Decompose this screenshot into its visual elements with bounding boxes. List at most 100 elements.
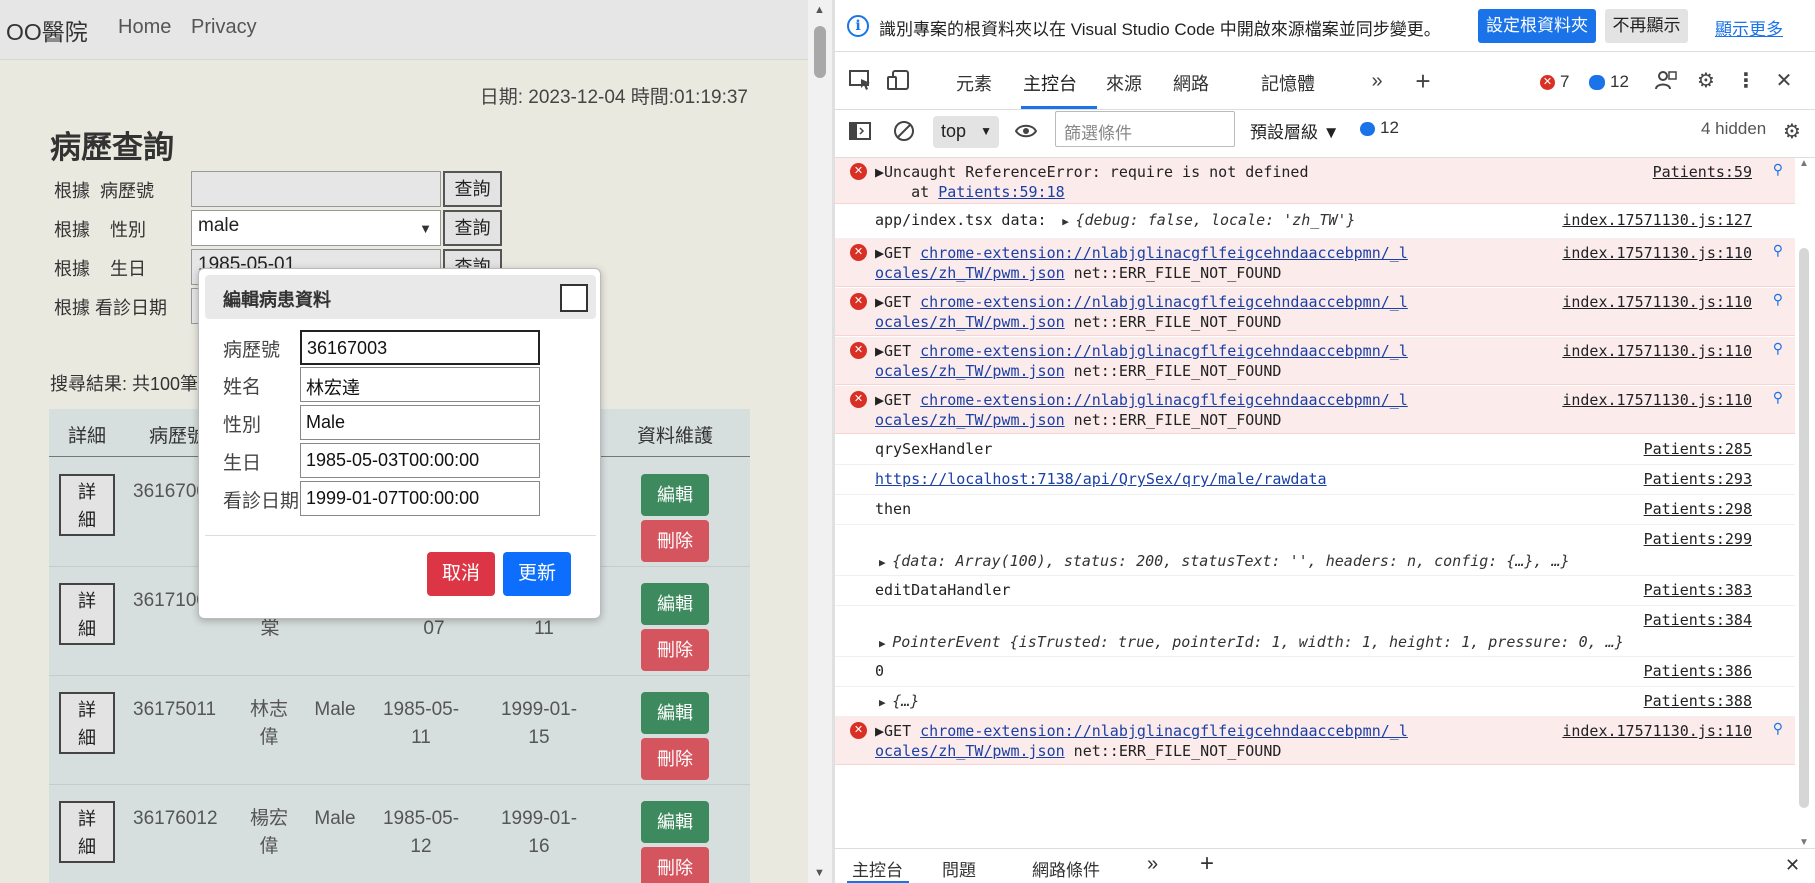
nav-link-privacy[interactable]: Privacy (191, 16, 257, 39)
delete-button[interactable]: 刪除 (641, 847, 709, 883)
inspect-element-icon[interactable] (847, 69, 873, 93)
add-tab-icon[interactable]: + (1200, 850, 1214, 878)
expand-triangle-icon[interactable]: ▶ (879, 637, 892, 650)
query-id-input[interactable] (191, 171, 441, 207)
source-link[interactable]: Patients:383 (1644, 580, 1752, 600)
gear-icon[interactable]: ⚙ (1693, 69, 1719, 93)
more-tabs-icon[interactable]: » (1364, 69, 1390, 93)
sidebar-toggle-icon[interactable] (847, 120, 873, 144)
set-root-folder-button[interactable]: 設定根資料夾 (1478, 9, 1596, 43)
source-link[interactable]: Patients:299 (1644, 529, 1752, 549)
request-url[interactable]: chrome-extension://nlabjglinacgflfeigceh… (920, 722, 1408, 740)
scrollbar-thumb[interactable] (814, 26, 826, 78)
scroll-down-icon[interactable]: ▼ (1799, 837, 1809, 848)
expand-triangle-icon[interactable]: ▶ (879, 696, 892, 709)
source-link[interactable]: Patients:293 (1644, 469, 1752, 489)
stack-link[interactable]: Patients:59:18 (938, 183, 1064, 201)
source-link[interactable]: Patients:285 (1644, 439, 1752, 459)
filter-input[interactable]: 篩選條件 (1055, 111, 1235, 147)
search-icon[interactable]: ⚲ (1773, 162, 1783, 178)
log-object[interactable]: {debug: false, locale: 'zh_TW'} (1076, 211, 1356, 229)
log-levels-dropdown[interactable]: 預設層級 ▼ (1250, 118, 1340, 143)
request-url[interactable]: chrome-extension://nlabjglinacgflfeigceh… (920, 342, 1408, 360)
nav-link-home[interactable]: Home (118, 16, 171, 39)
brand-logo[interactable]: OO醫院 (6, 13, 88, 47)
profile-icon[interactable] (1653, 69, 1679, 93)
tab-elements[interactable]: 元素 (956, 70, 992, 96)
close-icon[interactable]: ✕ (1771, 69, 1797, 93)
page-scrollbar[interactable]: ▲ ▼ (808, 0, 832, 883)
message-count[interactable]: 12 (1610, 72, 1629, 92)
edit-button[interactable]: 編輯 (641, 583, 709, 625)
detail-button[interactable]: 詳 細 (59, 583, 115, 645)
source-link[interactable]: Patients:388 (1644, 691, 1752, 711)
close-drawer-icon[interactable]: ✕ (1785, 855, 1800, 876)
source-link[interactable]: Patients:386 (1644, 661, 1752, 681)
request-url-cont[interactable]: ocales/zh_TW/pwm.json (875, 742, 1065, 760)
delete-button[interactable]: 刪除 (641, 520, 709, 562)
query-sex-select[interactable]: male ▼ (191, 210, 441, 246)
edit-button[interactable]: 編輯 (641, 474, 709, 516)
console-scrollbar[interactable]: ▲ ▼ (1795, 158, 1815, 848)
detail-button[interactable]: 詳 細 (59, 692, 115, 754)
expand-triangle-icon[interactable]: ▶ (879, 556, 892, 569)
search-icon[interactable]: ⚲ (1773, 341, 1783, 357)
drawer-tab-console[interactable]: 主控台 (852, 856, 903, 881)
request-url-cont[interactable]: ocales/zh_TW/pwm.json (875, 362, 1065, 380)
drawer-tab-issues[interactable]: 問題 (942, 856, 976, 881)
search-icon[interactable]: ⚲ (1773, 390, 1783, 406)
dont-show-again-button[interactable]: 不再顯示 (1605, 9, 1688, 43)
modal-close-button[interactable] (560, 284, 588, 312)
detail-button[interactable]: 詳 細 (59, 474, 115, 536)
edit-button[interactable]: 編輯 (641, 692, 709, 734)
hidden-count[interactable]: 4 hidden (1701, 119, 1766, 139)
device-toolbar-icon[interactable] (885, 69, 911, 93)
request-url[interactable]: chrome-extension://nlabjglinacgflfeigceh… (920, 391, 1408, 409)
tab-network[interactable]: 網路 (1173, 70, 1209, 96)
request-url-cont[interactable]: ocales/zh_TW/pwm.json (875, 411, 1065, 429)
expand-triangle-icon[interactable]: ▶ (1056, 215, 1076, 228)
delete-button[interactable]: 刪除 (641, 738, 709, 780)
source-link[interactable]: index.17571130.js:127 (1562, 210, 1752, 230)
context-select[interactable]: top ▼ (933, 116, 999, 148)
clear-console-icon[interactable] (891, 120, 917, 144)
error-count[interactable]: 7 (1560, 72, 1569, 92)
drawer-tab-network-conditions[interactable]: 網路條件 (1032, 856, 1100, 881)
source-link[interactable]: Patients:384 (1644, 610, 1752, 630)
scroll-up-icon[interactable]: ▲ (814, 4, 825, 16)
source-link[interactable]: index.17571130.js:110 (1562, 243, 1752, 263)
log-object[interactable]: {…} (892, 692, 919, 710)
request-url-cont[interactable]: ocales/zh_TW/pwm.json (875, 264, 1065, 282)
add-tab-icon[interactable]: + (1410, 68, 1436, 94)
id-field[interactable]: 36167003 (300, 330, 540, 365)
scroll-up-icon[interactable]: ▲ (1799, 158, 1809, 169)
scrollbar-thumb[interactable] (1799, 248, 1809, 808)
search-icon[interactable]: ⚲ (1773, 243, 1783, 259)
source-link[interactable]: index.17571130.js:110 (1562, 341, 1752, 361)
tab-memory[interactable]: 記憶體 (1261, 70, 1315, 96)
log-object[interactable]: {data: Array(100), status: 200, statusTe… (892, 552, 1569, 570)
query-id-button[interactable]: 查詢 (443, 171, 502, 207)
request-url[interactable]: chrome-extension://nlabjglinacgflfeigceh… (920, 293, 1408, 311)
sex-field[interactable]: Male (300, 405, 540, 440)
more-options-icon[interactable]: ⋮ (1733, 69, 1759, 93)
source-link[interactable]: index.17571130.js:110 (1562, 721, 1752, 741)
visit-date-field[interactable]: 1999-01-07T00:00:00 (300, 481, 540, 516)
show-more-link[interactable]: 顯示更多 (1715, 15, 1783, 40)
levels-message-count[interactable]: 12 (1380, 118, 1399, 138)
console-settings-gear-icon[interactable]: ⚙ (1779, 120, 1805, 144)
birth-field[interactable]: 1985-05-03T00:00:00 (300, 443, 540, 478)
edit-button[interactable]: 編輯 (641, 801, 709, 843)
detail-button[interactable]: 詳 細 (59, 801, 115, 863)
source-link[interactable]: Patients:59 (1653, 162, 1752, 182)
tab-console[interactable]: 主控台 (1023, 70, 1077, 96)
scroll-down-icon[interactable]: ▼ (814, 867, 825, 879)
log-object[interactable]: PointerEvent {isTrusted: true, pointerId… (892, 633, 1624, 651)
delete-button[interactable]: 刪除 (641, 629, 709, 671)
name-field[interactable]: 林宏達 (300, 367, 540, 402)
more-tabs-icon[interactable]: » (1147, 853, 1158, 876)
search-icon[interactable]: ⚲ (1773, 292, 1783, 308)
eye-icon[interactable] (1013, 120, 1039, 144)
cancel-button[interactable]: 取消 (427, 552, 495, 596)
source-link[interactable]: Patients:298 (1644, 499, 1752, 519)
